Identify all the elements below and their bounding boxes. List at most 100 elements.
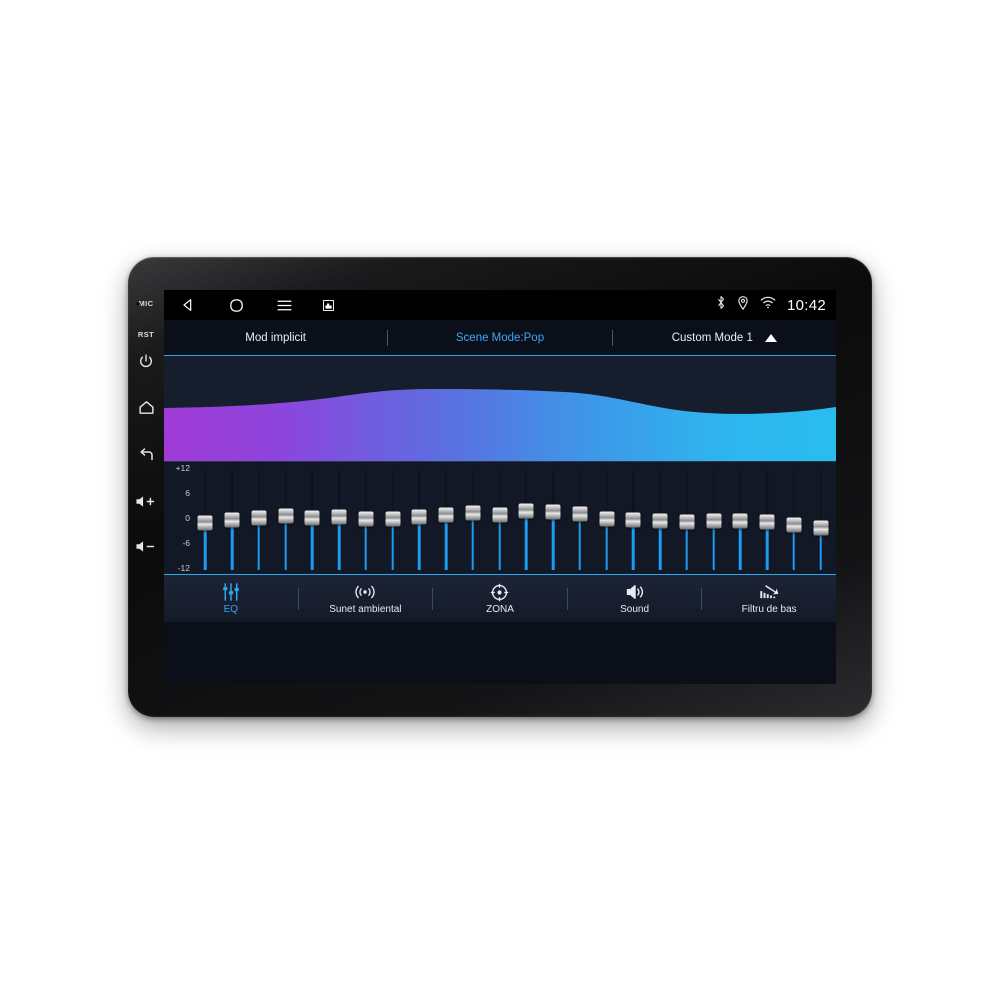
eq-slider[interactable] bbox=[353, 464, 380, 576]
car-stereo-device: MIC RST 10:42 Mod implicit Scene Mode:Po… bbox=[128, 257, 872, 717]
slider-knob[interactable] bbox=[759, 514, 775, 530]
menu-hamburger-icon[interactable] bbox=[260, 290, 308, 320]
eq-slider[interactable] bbox=[620, 464, 647, 576]
slider-track-fill bbox=[230, 520, 234, 570]
slider-track-fill bbox=[337, 517, 341, 570]
slider-knob[interactable] bbox=[679, 514, 695, 530]
mode-default-button[interactable]: Mod implicit bbox=[164, 332, 387, 344]
bass-filter-icon bbox=[759, 583, 780, 602]
slider-knob[interactable] bbox=[278, 508, 294, 524]
home-circle-icon[interactable] bbox=[212, 290, 260, 320]
nav-item-label: Filtru de bas bbox=[741, 603, 797, 615]
eq-slider[interactable] bbox=[807, 464, 834, 576]
slider-knob[interactable] bbox=[465, 505, 481, 521]
back-triangle-icon[interactable] bbox=[164, 290, 212, 320]
slider-track-fill bbox=[605, 519, 608, 570]
nav-item-eq[interactable]: EQ bbox=[164, 575, 298, 622]
eq-slider[interactable] bbox=[406, 464, 433, 576]
nav-item-label: Sound bbox=[620, 603, 650, 615]
caret-up-icon[interactable] bbox=[764, 333, 777, 342]
eq-slider[interactable] bbox=[647, 464, 674, 576]
return-arrow-icon[interactable] bbox=[131, 446, 161, 464]
slider-knob[interactable] bbox=[411, 509, 427, 525]
eq-slider[interactable] bbox=[299, 464, 326, 576]
slider-knob[interactable] bbox=[385, 511, 401, 527]
axis-label: 6 bbox=[185, 488, 190, 498]
eq-response-curve bbox=[164, 356, 836, 461]
slider-knob[interactable] bbox=[518, 503, 534, 519]
screenshot-app-icon[interactable] bbox=[308, 290, 348, 320]
slider-knob[interactable] bbox=[224, 512, 240, 528]
eq-slider[interactable] bbox=[486, 464, 513, 576]
nav-item-sound[interactable]: Sound bbox=[568, 575, 702, 622]
slider-knob[interactable] bbox=[786, 517, 802, 533]
slider-knob[interactable] bbox=[438, 507, 454, 523]
mode-custom-button[interactable]: Custom Mode 1 bbox=[613, 332, 836, 344]
slider-knob[interactable] bbox=[304, 510, 320, 526]
slider-knob[interactable] bbox=[625, 512, 641, 528]
surround-sound-icon bbox=[354, 583, 376, 602]
gain-axis: +12 6 0 -6 -12 bbox=[166, 462, 192, 575]
eq-slider[interactable] bbox=[727, 464, 754, 576]
slider-track-fill bbox=[498, 515, 501, 570]
bottom-navigation: EQ Sunet ambiental ZONA Sound Filtru de bas bbox=[164, 574, 836, 622]
axis-label: 0 bbox=[185, 513, 190, 523]
slider-knob[interactable] bbox=[732, 513, 748, 529]
slider-track-fill bbox=[444, 514, 448, 570]
nav-item-label: Sunet ambiental bbox=[329, 603, 402, 615]
mode-selector-bar: Mod implicit Scene Mode:Pop Custom Mode … bbox=[164, 320, 836, 356]
slider-track-fill bbox=[257, 517, 261, 570]
nav-item-sunet-ambiental[interactable]: Sunet ambiental bbox=[299, 575, 433, 622]
slider-knob[interactable] bbox=[545, 504, 561, 520]
slider-knob[interactable] bbox=[652, 513, 668, 529]
slider-track-fill bbox=[471, 513, 475, 570]
eq-slider[interactable] bbox=[272, 464, 299, 576]
slider-track-fill bbox=[311, 518, 314, 570]
mode-scene-button[interactable]: Scene Mode:Pop bbox=[388, 332, 611, 344]
eq-slider[interactable] bbox=[674, 464, 701, 576]
slider-knob[interactable] bbox=[706, 513, 722, 529]
eq-slider[interactable] bbox=[219, 464, 246, 576]
volume-down-icon[interactable] bbox=[131, 539, 161, 554]
slider-knob[interactable] bbox=[813, 520, 829, 535]
eq-slider[interactable] bbox=[192, 464, 219, 576]
slider-knob[interactable] bbox=[331, 509, 347, 525]
eq-slider[interactable] bbox=[433, 464, 460, 576]
eq-slider[interactable] bbox=[246, 464, 273, 576]
eq-slider-row bbox=[192, 464, 834, 576]
nav-item-filtru-de-bas[interactable]: Filtru de bas bbox=[702, 575, 836, 622]
clock-time: 10:42 bbox=[786, 296, 826, 314]
speaker-icon bbox=[625, 583, 645, 602]
slider-knob[interactable] bbox=[599, 511, 615, 527]
slider-knob[interactable] bbox=[572, 506, 588, 522]
location-pin-icon bbox=[737, 295, 749, 315]
power-icon[interactable] bbox=[131, 353, 161, 369]
eq-slider[interactable] bbox=[460, 464, 487, 576]
eq-slider[interactable] bbox=[781, 464, 808, 576]
slider-knob[interactable] bbox=[251, 510, 267, 525]
equalizer-panel: +1260-6-12 FC: 2030405060708095110125150… bbox=[164, 461, 836, 622]
eq-slider[interactable] bbox=[754, 464, 781, 576]
android-status-bar: 10:42 bbox=[164, 290, 836, 320]
nav-item-zona[interactable]: ZONA bbox=[433, 575, 567, 622]
slider-track-fill bbox=[632, 520, 635, 570]
touchscreen: 10:42 Mod implicit Scene Mode:Pop Custom… bbox=[164, 290, 836, 684]
reset-label: RST bbox=[137, 330, 155, 339]
eq-slider[interactable] bbox=[700, 464, 727, 576]
slider-knob[interactable] bbox=[358, 511, 374, 527]
slider-knob[interactable] bbox=[492, 507, 508, 523]
slider-knob[interactable] bbox=[197, 515, 213, 531]
nav-item-label: ZONA bbox=[486, 603, 514, 615]
volume-up-icon[interactable] bbox=[131, 494, 161, 509]
slider-track-fill bbox=[525, 510, 528, 570]
eq-slider[interactable] bbox=[513, 464, 540, 576]
slider-track-fill bbox=[284, 516, 287, 570]
eq-slider[interactable] bbox=[540, 464, 567, 576]
axis-label: -6 bbox=[182, 538, 190, 548]
eq-slider[interactable] bbox=[567, 464, 594, 576]
eq-slider[interactable] bbox=[593, 464, 620, 576]
eq-slider[interactable] bbox=[326, 464, 353, 576]
slider-track-fill bbox=[391, 518, 394, 570]
eq-slider[interactable] bbox=[379, 464, 406, 576]
home-icon[interactable] bbox=[131, 399, 161, 416]
